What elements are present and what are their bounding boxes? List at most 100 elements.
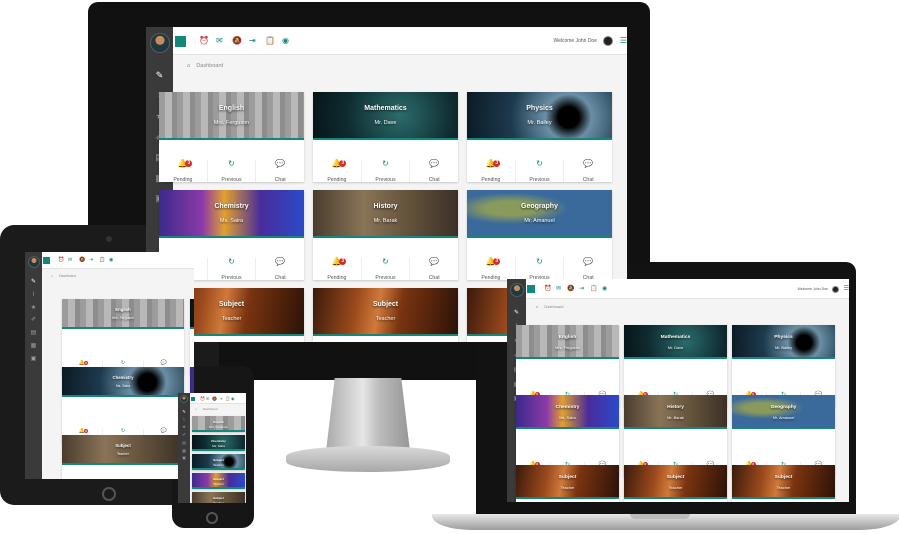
avatar[interactable]	[28, 256, 40, 268]
clipboard-icon[interactable]: 📋	[225, 397, 230, 401]
pencil-icon[interactable]: ✎	[507, 310, 526, 316]
menu-toggle-button[interactable]	[175, 36, 186, 47]
breadcrumb-label[interactable]: Dashboard	[196, 63, 223, 69]
subject-card[interactable]: English Mrs. Ferguson	[192, 416, 245, 432]
subject-banner[interactable]: SubjectTeacher	[192, 454, 245, 470]
alarm-icon[interactable]: ⏰	[58, 258, 64, 263]
subject-banner[interactable]: English Mrs. Ferguson	[159, 92, 304, 140]
subject-banner[interactable]: History Mr. Barak	[624, 395, 727, 429]
subject-banner[interactable]: SubjectTeacher	[732, 465, 835, 499]
subject-banner[interactable]: Geography Mr. Amanuel	[467, 190, 612, 238]
subject-card[interactable]: SubjectTeacher🔔Pending3↻Previous💬Chat	[624, 465, 727, 502]
pending-button[interactable]: 🔔Pending3	[313, 160, 362, 183]
menu-toggle-button[interactable]	[43, 257, 50, 264]
breadcrumb-label[interactable]: Dashboard	[203, 407, 218, 411]
alarm-icon[interactable]: ⏰	[200, 397, 205, 401]
subject-card[interactable]: EnglishMrs. Ferguson🔔Pending3↻Previous💬C…	[62, 299, 184, 380]
notes-icon[interactable]: ▤	[178, 441, 190, 445]
subject-card[interactable]: SubjectTeacher🔔Pending3↻Previous💬Chat	[516, 465, 619, 502]
exit-icon[interactable]: ⇥	[579, 286, 584, 292]
exit-icon[interactable]: ⇥	[89, 258, 93, 263]
subject-card[interactable]: SubjectTeacher🔔Pending3↻Previous💬Chat	[732, 465, 835, 502]
badge-icon[interactable]: ◉	[602, 286, 607, 292]
notification-off-icon[interactable]: 🔕	[567, 286, 574, 292]
mail-icon[interactable]: ✉	[68, 258, 72, 263]
chat-button[interactable]: 💬 Chat	[410, 258, 458, 282]
subject-banner[interactable]: English Mrs. Ferguson	[192, 416, 245, 432]
avatar[interactable]	[150, 33, 170, 53]
hamburger-menu-icon[interactable]: ☰	[620, 37, 627, 45]
subject-banner[interactable]: Physics Mr. Bailey	[467, 92, 612, 140]
menu-toggle-button[interactable]	[527, 285, 535, 293]
edit-icon[interactable]: ✐	[25, 317, 42, 323]
subject-card[interactable]: EnglishMrs. Ferguson🔔Pending3↻Previous💬C…	[159, 92, 304, 183]
subject-banner[interactable]: SubjectTeacher	[516, 465, 619, 499]
exit-icon[interactable]: ⇥	[219, 397, 222, 401]
subject-banner[interactable]: Mathematics Mr. Dave	[313, 92, 458, 140]
breadcrumb-label[interactable]: Dashboard	[544, 304, 563, 309]
user-avatar[interactable]	[603, 36, 613, 46]
notification-off-icon[interactable]: 🔕	[212, 397, 217, 401]
chart-icon[interactable]: ⌇	[178, 418, 190, 422]
subject-card[interactable]: Subject Teacher	[192, 454, 245, 470]
subject-card[interactable]: PhysicsMr. Bailey🔔Pending3↻Previous💬Chat	[467, 92, 612, 184]
notes-icon[interactable]: ▤	[25, 330, 42, 336]
user-avatar[interactable]	[832, 286, 839, 293]
pending-button[interactable]: 🔔Pending3	[467, 160, 516, 183]
mail-icon[interactable]: ✉	[556, 286, 561, 292]
pencil-icon[interactable]: ✎	[25, 279, 42, 285]
subject-banner[interactable]: Chemistry Ms. Saira	[516, 395, 619, 429]
alarm-icon[interactable]: ⏰	[199, 37, 209, 45]
bus-icon[interactable]: ▣	[178, 456, 190, 460]
subject-banner[interactable]: Mathematics Mr. Dave	[190, 299, 194, 329]
previous-button[interactable]: ↻Previous	[362, 258, 411, 281]
subject-banner[interactable]: English Mrs. Ferguson	[62, 299, 184, 329]
subject-card[interactable]: HistoryMr. Barak 🔔Pending3↻Previous💬Chat	[313, 190, 458, 282]
calendar-icon[interactable]: ▦	[25, 343, 42, 349]
subject-card[interactable]: Subject Teacher	[192, 473, 245, 489]
pending-button[interactable]: 🔔Pending3	[467, 258, 516, 281]
chat-button[interactable]: 💬 Chat	[564, 160, 612, 184]
previous-button[interactable]: ↻Previous	[208, 160, 257, 183]
clipboard-icon[interactable]: 📋	[590, 286, 597, 292]
subject-banner[interactable]: SubjectTeacher	[192, 473, 245, 489]
subject-banner[interactable]: English Mrs. Ferguson	[516, 325, 619, 359]
home-icon[interactable]: ⌂	[195, 407, 197, 411]
avatar[interactable]	[180, 395, 188, 403]
star-icon[interactable]: ★	[178, 425, 190, 429]
previous-button[interactable]: ↻Previous	[208, 258, 257, 281]
home-icon[interactable]: ⌂	[187, 63, 190, 69]
chat-button[interactable]: 💬 Chat	[256, 258, 304, 282]
subject-banner[interactable]: SubjectTeacher	[192, 492, 245, 503]
edit-icon[interactable]: ✐	[178, 433, 190, 437]
previous-button[interactable]: ↻Previous	[362, 160, 411, 183]
mail-icon[interactable]: ✉	[206, 397, 209, 401]
badge-icon[interactable]: ◉	[231, 397, 235, 401]
subject-banner[interactable]: Chemistry Ms. Saira	[159, 190, 304, 238]
calendar-icon[interactable]: ▦	[178, 449, 190, 453]
clipboard-icon[interactable]: 📋	[265, 37, 275, 45]
subject-card[interactable]: SubjectTeacher🔔Pending3↻Previous💬Chat	[313, 288, 458, 342]
subject-banner[interactable]: History Mr. Barak	[313, 190, 458, 238]
welcome-text[interactable]: Welcome John Doe	[553, 38, 597, 44]
home-icon[interactable]: ⌂	[536, 304, 538, 309]
subject-banner[interactable]: Chemistry Ms. Saira	[62, 367, 184, 397]
alarm-icon[interactable]: ⏰	[544, 286, 551, 292]
notification-off-icon[interactable]: 🔕	[79, 258, 85, 263]
subject-card[interactable]: Chemistry Ms. Saira	[192, 435, 245, 451]
subject-banner[interactable]: SubjectTeacher	[624, 465, 727, 499]
subject-banner[interactable]: Chemistry Ms. Saira	[192, 435, 245, 451]
subject-banner[interactable]: SubjectTeacher	[313, 288, 458, 336]
home-icon[interactable]: ⌂	[51, 274, 53, 278]
subject-banner[interactable]: Physics Mr. Bailey	[732, 325, 835, 359]
avatar[interactable]	[510, 283, 524, 297]
subject-banner[interactable]: Geography Mr. Amanuel	[732, 395, 835, 429]
subject-banner[interactable]: SubjectTeacher	[62, 435, 184, 465]
subject-card[interactable]: MathematicsMr. Dave🔔Pending3↻Previous💬Ch…	[190, 299, 194, 375]
welcome-text[interactable]: Welcome John Doe	[798, 287, 828, 291]
pending-button[interactable]: 🔔Pending3	[313, 258, 362, 281]
breadcrumb-label[interactable]: Dashboard	[59, 274, 76, 278]
previous-button[interactable]: ↻Previous	[516, 258, 565, 281]
pending-button[interactable]: 🔔Pending3	[159, 160, 208, 183]
pencil-icon[interactable]: ✎	[146, 71, 173, 80]
